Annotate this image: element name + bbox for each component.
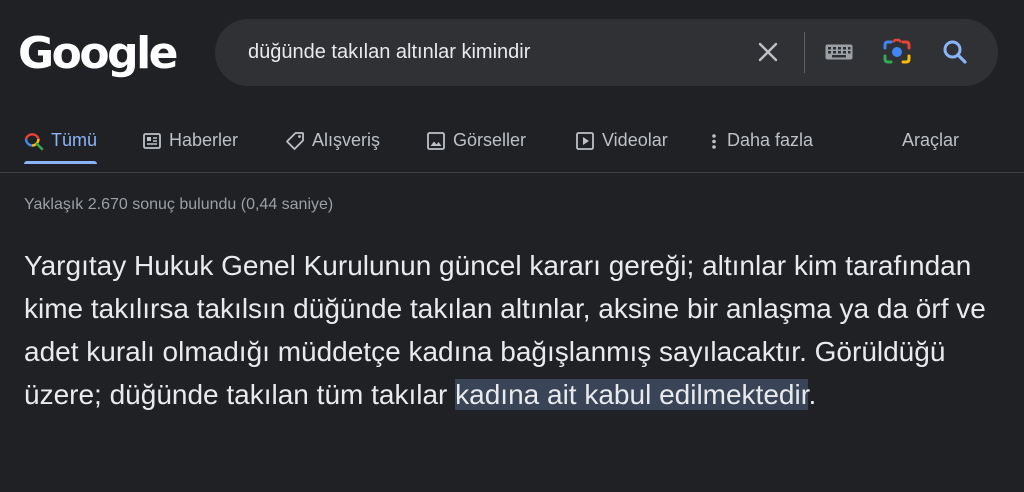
keyboard-icon[interactable] bbox=[822, 35, 856, 69]
newspaper-icon bbox=[142, 131, 162, 151]
searchbar-divider bbox=[804, 32, 805, 73]
tab-all[interactable]: Tümü bbox=[24, 118, 98, 164]
tabs-divider bbox=[0, 172, 1024, 173]
search-icon[interactable] bbox=[938, 35, 972, 69]
tab-label: Daha fazla bbox=[727, 130, 814, 150]
camera-lens-icon[interactable] bbox=[880, 35, 914, 69]
tools-label: Araçlar bbox=[902, 130, 960, 150]
close-icon[interactable] bbox=[751, 35, 785, 69]
tools-button[interactable]: Araçlar bbox=[902, 118, 959, 164]
tab-label: Görseller bbox=[453, 130, 527, 150]
tab-news[interactable]: Haberler bbox=[142, 118, 238, 164]
search-input[interactable] bbox=[248, 19, 728, 86]
tag-icon bbox=[285, 131, 305, 151]
tab-label: Haberler bbox=[169, 130, 239, 150]
tab-label: Alışveriş bbox=[312, 130, 381, 150]
featured-snippet: Yargıtay Hukuk Genel Kurulunun güncel ka… bbox=[24, 244, 1004, 416]
image-icon bbox=[426, 131, 446, 151]
google-logo[interactable]: Google bbox=[18, 28, 179, 80]
tab-images[interactable]: Görseller bbox=[426, 118, 526, 164]
tab-more[interactable]: Daha fazla bbox=[709, 118, 813, 164]
snippet-highlight: kadına ait kabul edilmektedir bbox=[455, 379, 809, 410]
result-stats: Yaklaşık 2.670 sonuç bulundu (0,44 saniy… bbox=[24, 196, 334, 213]
snippet-end: . bbox=[808, 379, 817, 410]
tab-shopping[interactable]: Alışveriş bbox=[285, 118, 380, 164]
search-icon bbox=[24, 131, 44, 151]
tab-label: Tümü bbox=[51, 130, 98, 150]
tab-label: Videolar bbox=[602, 130, 668, 150]
search-tabs: Tümü Haberler Alışveriş Görseller Videol… bbox=[0, 118, 1024, 164]
tab-videos[interactable]: Videolar bbox=[575, 118, 668, 164]
play-icon bbox=[575, 131, 595, 151]
search-bar[interactable] bbox=[215, 19, 998, 86]
more-vert-icon bbox=[709, 131, 719, 151]
search-results-page: Google düğünde takılan altınlar kimindir… bbox=[0, 0, 1024, 492]
